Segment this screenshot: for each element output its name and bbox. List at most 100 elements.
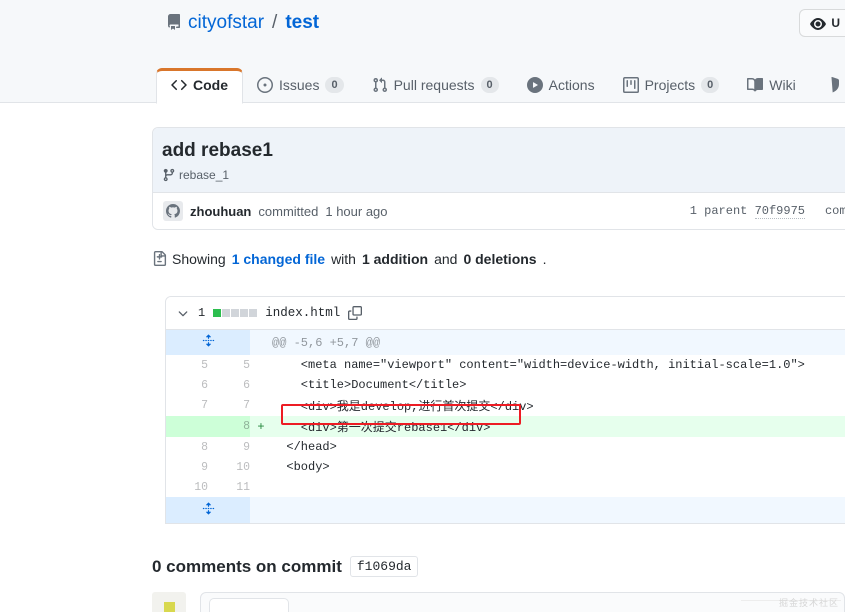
repo-header: cityofstar / test U Code Issues 0 Pull r… bbox=[0, 0, 845, 104]
commit-sha-chip: f1069da bbox=[349, 556, 419, 577]
commit-author-info: zhouhuan committed 1 hour ago bbox=[163, 201, 388, 221]
parent-sha-link[interactable]: 70f9975 bbox=[754, 204, 805, 219]
diff-marker bbox=[250, 395, 272, 416]
new-line-number[interactable]: 7 bbox=[208, 395, 250, 416]
git-branch-icon bbox=[162, 168, 175, 182]
diff-row-context: 10 11 bbox=[166, 477, 845, 497]
old-line-number[interactable]: 8 bbox=[166, 437, 208, 457]
commit-parent-info: 1 parent 70f9975 commi bbox=[689, 204, 845, 219]
old-line-number[interactable]: 6 bbox=[166, 375, 208, 395]
new-line-number[interactable]: 10 bbox=[208, 457, 250, 477]
tab-label: Pull requests bbox=[393, 77, 475, 93]
diffstat-block-neutral bbox=[231, 309, 240, 317]
commit-action-text: committed bbox=[258, 203, 319, 219]
diff-marker bbox=[250, 330, 272, 355]
tab-counter: 0 bbox=[701, 77, 720, 93]
tab-projects[interactable]: Projects 0 bbox=[609, 69, 734, 103]
old-line-number[interactable] bbox=[166, 416, 208, 437]
tab-actions[interactable]: Actions bbox=[513, 69, 609, 103]
commit-title: add rebase1 bbox=[162, 140, 273, 161]
file-name[interactable]: index.html bbox=[265, 306, 340, 320]
commit-summary-box: add rebase1 rebase_1 zhouhuan committed bbox=[152, 127, 845, 230]
comments-count-label: 0 comments on commit bbox=[152, 556, 342, 576]
old-line-number[interactable]: 5 bbox=[166, 355, 208, 375]
file-diff-icon bbox=[152, 251, 167, 267]
diff-body: @@ -5,6 +5,7 @@ 5 5 <meta name="viewport… bbox=[166, 330, 845, 523]
new-line-number[interactable]: 6 bbox=[208, 375, 250, 395]
breadcrumb-separator: / bbox=[272, 12, 278, 33]
diffstat-block-neutral bbox=[222, 309, 231, 317]
diff-hunk-header-row: @@ -5,6 +5,7 @@ bbox=[166, 330, 845, 355]
new-line-number[interactable]: 11 bbox=[208, 477, 250, 497]
changed-file-link[interactable]: 1 changed file bbox=[232, 251, 325, 267]
parent-label: 1 parent bbox=[689, 204, 748, 218]
diff-marker bbox=[250, 437, 272, 457]
comment-write-tab[interactable] bbox=[209, 598, 289, 612]
tab-code[interactable]: Code bbox=[156, 68, 243, 104]
comment-form bbox=[152, 592, 845, 612]
commit-author-row: zhouhuan committed 1 hour ago 1 parent 7… bbox=[153, 193, 845, 229]
file-diff-container: 1 index.html @@ -5,6 +5,7 @@ 5 5 <meta n… bbox=[165, 296, 845, 524]
diff-marker-add: + bbox=[250, 416, 272, 437]
diffstat-block-neutral bbox=[249, 309, 258, 317]
diff-marker bbox=[250, 497, 272, 523]
new-line-number[interactable]: 8 bbox=[208, 416, 250, 437]
unfold-icon bbox=[202, 334, 215, 351]
watch-button-label: U bbox=[831, 16, 840, 30]
new-line-number[interactable]: 5 bbox=[208, 355, 250, 375]
summary-with: with bbox=[331, 251, 356, 267]
diff-marker bbox=[250, 355, 272, 375]
diff-row-context: 6 6 <title>Document</title> bbox=[166, 375, 845, 395]
diff-footer-cell bbox=[272, 497, 845, 523]
repo-book-icon bbox=[166, 14, 182, 32]
issue-opened-icon bbox=[257, 77, 273, 93]
diff-code-line: <body> bbox=[272, 460, 330, 474]
new-line-number[interactable]: 9 bbox=[208, 437, 250, 457]
old-line-number[interactable]: 9 bbox=[166, 457, 208, 477]
watch-button[interactable]: U bbox=[799, 9, 845, 37]
project-icon bbox=[622, 77, 639, 93]
commit-branch[interactable]: rebase_1 bbox=[162, 168, 845, 182]
diff-marker bbox=[250, 375, 272, 395]
comment-input-container[interactable] bbox=[200, 592, 845, 612]
expand-lines-button-bottom[interactable] bbox=[166, 497, 250, 523]
comments-heading: 0 comments on commit f1069da bbox=[152, 556, 419, 577]
commit-label-truncated: commi bbox=[824, 204, 845, 218]
copy-path-icon[interactable] bbox=[348, 305, 363, 321]
diff-table: @@ -5,6 +5,7 @@ 5 5 <meta name="viewport… bbox=[166, 330, 845, 523]
diffstat-block-add bbox=[213, 309, 222, 317]
old-line-number[interactable]: 7 bbox=[166, 395, 208, 416]
avatar[interactable] bbox=[163, 201, 183, 221]
avatar[interactable] bbox=[152, 592, 186, 612]
repo-owner-link[interactable]: cityofstar bbox=[188, 12, 264, 34]
commit-header: add rebase1 rebase_1 bbox=[153, 128, 845, 193]
tab-wiki[interactable]: Wiki bbox=[733, 69, 809, 103]
tab-counter: 0 bbox=[325, 77, 344, 93]
repo-name-link[interactable]: test bbox=[285, 12, 319, 34]
branch-name: rebase_1 bbox=[179, 168, 230, 182]
summary-prefix: Showing bbox=[172, 251, 226, 267]
unfold-icon bbox=[202, 501, 215, 519]
tab-security[interactable]: Security 0 bbox=[810, 69, 845, 103]
repo-nav-tabs: Code Issues 0 Pull requests 0 Actions Pr… bbox=[156, 64, 845, 104]
expand-lines-button-top[interactable] bbox=[166, 330, 250, 355]
diff-code-line: <div>我是develop,进行首次提交</div> bbox=[272, 400, 534, 414]
old-line-number[interactable]: 10 bbox=[166, 477, 208, 497]
tab-label: Actions bbox=[548, 77, 595, 93]
diff-summary: Showing 1 changed file with 1 addition a… bbox=[152, 251, 546, 267]
commit-author-name[interactable]: zhouhuan bbox=[190, 204, 251, 219]
tab-label: Wiki bbox=[769, 77, 796, 93]
code-icon bbox=[171, 77, 187, 93]
diffstat-bar bbox=[213, 309, 258, 317]
tab-pull-requests[interactable]: Pull requests 0 bbox=[358, 69, 513, 103]
diff-footer-row bbox=[166, 497, 845, 523]
github-commit-page: cityofstar / test U Code Issues 0 Pull r… bbox=[0, 0, 845, 612]
diff-row-context: 8 9 </head> bbox=[166, 437, 845, 457]
tab-label: Issues bbox=[279, 77, 320, 93]
additions-count: 1 addition bbox=[361, 251, 429, 267]
shield-icon bbox=[824, 77, 840, 93]
avatar-glyph bbox=[163, 601, 175, 612]
chevron-down-icon[interactable] bbox=[176, 306, 190, 320]
diff-marker bbox=[250, 457, 272, 477]
tab-issues[interactable]: Issues 0 bbox=[243, 69, 358, 103]
